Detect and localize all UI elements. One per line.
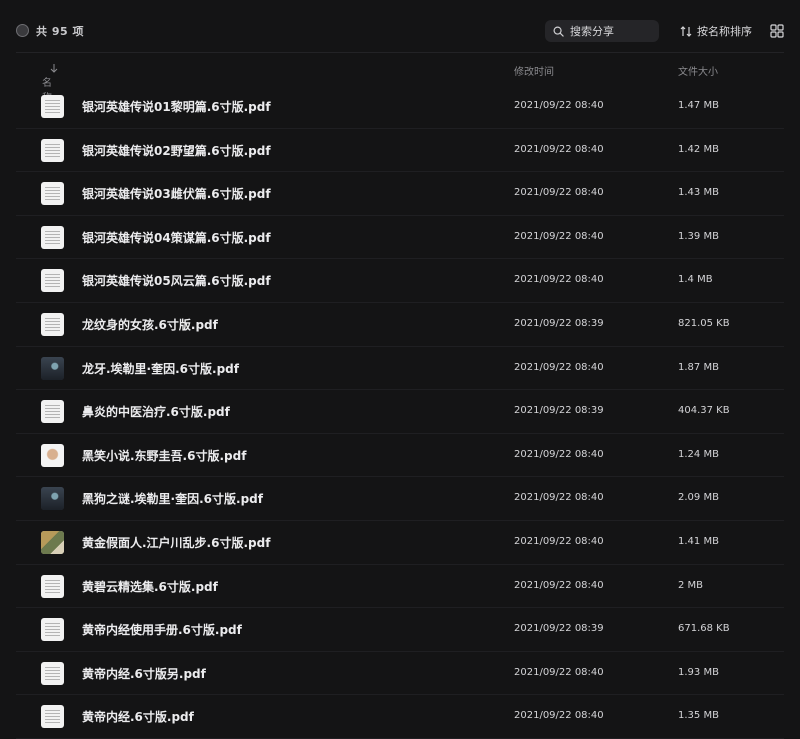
file-row[interactable]: 银河英雄传说02野望篇.6寸版.pdf 2021/09/22 08:40 1.42 … bbox=[16, 129, 784, 173]
file-size: 2.09 MB bbox=[678, 492, 719, 504]
file-size: 2 MB bbox=[678, 579, 704, 591]
sort-label: 按名称排序 bbox=[697, 25, 752, 38]
file-name[interactable]: 银河英雄传说05风云篇.6寸版.pdf bbox=[82, 272, 271, 289]
file-modified-time: 2021/09/22 08:40 bbox=[514, 274, 604, 286]
file-row[interactable]: 银河英雄传说05风云篇.6寸版.pdf 2021/09/22 08:40 1.4 M… bbox=[16, 259, 784, 303]
file-modified-time: 2021/09/22 08:40 bbox=[514, 710, 604, 722]
file-thumbnail-icon bbox=[41, 618, 64, 642]
file-thumbnail-icon bbox=[41, 487, 64, 511]
file-modified-time: 2021/09/22 08:40 bbox=[514, 579, 604, 591]
file-name[interactable]: 银河英雄传说02野望篇.6寸版.pdf bbox=[82, 142, 271, 159]
file-row[interactable]: 龙纹身的女孩.6寸版.pdf 2021/09/22 08:39 821.05 KB bbox=[16, 303, 784, 347]
file-thumbnail-icon bbox=[41, 443, 64, 467]
file-thumbnail-icon bbox=[41, 574, 64, 598]
file-modified-time: 2021/09/22 08:40 bbox=[514, 143, 604, 155]
file-modified-time: 2021/09/22 08:39 bbox=[514, 623, 604, 635]
file-thumbnail-icon bbox=[41, 138, 64, 162]
sort-arrows-icon bbox=[680, 25, 692, 37]
file-name[interactable]: 龙纹身的女孩.6寸版.pdf bbox=[82, 316, 218, 333]
file-size: 1.39 MB bbox=[678, 230, 719, 242]
file-list: 银河英雄传说01黎明篇.6寸版.pdf 2021/09/22 08:40 1.47 … bbox=[0, 85, 800, 739]
column-size-header[interactable]: 文件大小 bbox=[678, 63, 718, 78]
file-name[interactable]: 银河英雄传说04策谋篇.6寸版.pdf bbox=[82, 229, 271, 246]
select-all-radio[interactable] bbox=[16, 24, 29, 37]
search-icon bbox=[553, 26, 564, 37]
file-name[interactable]: 黄金假面人.江户川乱步.6寸版.pdf bbox=[82, 534, 270, 551]
file-modified-time: 2021/09/22 08:40 bbox=[514, 666, 604, 678]
file-size: 1.93 MB bbox=[678, 666, 719, 678]
column-name-header[interactable]: 名称 bbox=[42, 63, 58, 104]
file-modified-time: 2021/09/22 08:40 bbox=[514, 187, 604, 199]
file-name[interactable]: 黑笑小说.东野圭吾.6寸版.pdf bbox=[82, 447, 246, 464]
file-size: 821.05 KB bbox=[678, 317, 730, 329]
file-row[interactable]: 黄金假面人.江户川乱步.6寸版.pdf 2021/09/22 08:40 1.41 … bbox=[16, 521, 784, 565]
file-name[interactable]: 黄帝内经使用手册.6寸版.pdf bbox=[82, 621, 242, 638]
sort-button[interactable]: 按名称排序 bbox=[680, 23, 752, 39]
file-name[interactable]: 黄帝内经.6寸版另.pdf bbox=[82, 665, 206, 682]
file-row[interactable]: 龙牙.埃勒里·奎因.6寸版.pdf 2021/09/22 08:40 1.87 MB bbox=[16, 347, 784, 391]
arrow-down-icon bbox=[50, 64, 58, 73]
file-size: 1.42 MB bbox=[678, 143, 719, 155]
file-modified-time: 2021/09/22 08:40 bbox=[514, 100, 604, 111]
file-thumbnail-icon bbox=[41, 400, 64, 424]
item-count: 共 95 项 bbox=[36, 25, 84, 38]
file-name[interactable]: 黄帝内经.6寸版.pdf bbox=[82, 708, 194, 725]
toolbar: 共 95 项 按名称排序 bbox=[0, 0, 800, 53]
file-modified-time: 2021/09/22 08:40 bbox=[514, 492, 604, 504]
file-thumbnail-icon bbox=[41, 95, 64, 118]
file-name[interactable]: 龙牙.埃勒里·奎因.6寸版.pdf bbox=[82, 360, 239, 377]
file-size: 1.24 MB bbox=[678, 448, 719, 460]
file-thumbnail-icon bbox=[41, 225, 64, 249]
file-modified-time: 2021/09/22 08:39 bbox=[514, 405, 604, 417]
file-size: 404.37 KB bbox=[678, 405, 730, 417]
file-size: 1.47 MB bbox=[678, 100, 719, 111]
file-row[interactable]: 黑狗之谜.埃勒里·奎因.6寸版.pdf 2021/09/22 08:40 2.09 … bbox=[16, 477, 784, 521]
file-thumbnail-icon bbox=[41, 269, 64, 293]
file-row[interactable]: 黄碧云精选集.6寸版.pdf 2021/09/22 08:40 2 MB bbox=[16, 565, 784, 609]
file-thumbnail-icon bbox=[41, 530, 64, 554]
file-size: 1.87 MB bbox=[678, 361, 719, 373]
column-header: 名称 修改时间 文件大小 bbox=[0, 52, 800, 104]
file-thumbnail-icon bbox=[41, 661, 64, 685]
column-time-header[interactable]: 修改时间 bbox=[514, 63, 554, 78]
file-size: 1.35 MB bbox=[678, 710, 719, 722]
file-size: 1.4 MB bbox=[678, 274, 713, 286]
grid-view-icon[interactable] bbox=[770, 24, 784, 38]
file-row[interactable]: 银河英雄传说04策谋篇.6寸版.pdf 2021/09/22 08:40 1.39 … bbox=[16, 216, 784, 260]
file-modified-time: 2021/09/22 08:39 bbox=[514, 317, 604, 329]
file-name[interactable]: 鼻炎的中医治疗.6寸版.pdf bbox=[82, 403, 230, 420]
file-modified-time: 2021/09/22 08:40 bbox=[514, 535, 604, 547]
file-row[interactable]: 黄帝内经.6寸版另.pdf 2021/09/22 08:40 1.93 MB bbox=[16, 652, 784, 696]
file-row[interactable]: 黄帝内经使用手册.6寸版.pdf 2021/09/22 08:39 671.68 K… bbox=[16, 608, 784, 652]
file-size: 1.43 MB bbox=[678, 187, 719, 199]
file-thumbnail-icon bbox=[41, 182, 64, 206]
file-modified-time: 2021/09/22 08:40 bbox=[514, 361, 604, 373]
file-row[interactable]: 黑笑小说.东野圭吾.6寸版.pdf 2021/09/22 08:40 1.24 MB bbox=[16, 434, 784, 478]
file-row[interactable]: 银河英雄传说01黎明篇.6寸版.pdf 2021/09/22 08:40 1.47 … bbox=[16, 85, 784, 129]
file-size: 671.68 KB bbox=[678, 623, 730, 635]
file-name[interactable]: 银河英雄传说03雌伏篇.6寸版.pdf bbox=[82, 185, 271, 202]
search-input[interactable] bbox=[568, 23, 652, 39]
file-modified-time: 2021/09/22 08:40 bbox=[514, 230, 604, 242]
file-row[interactable]: 银河英雄传说03雌伏篇.6寸版.pdf 2021/09/22 08:40 1.43 … bbox=[16, 172, 784, 216]
file-row[interactable]: 鼻炎的中医治疗.6寸版.pdf 2021/09/22 08:39 404.37 KB bbox=[16, 390, 784, 434]
search-box[interactable] bbox=[545, 20, 659, 42]
file-name[interactable]: 银河英雄传说01黎明篇.6寸版.pdf bbox=[82, 98, 271, 115]
file-name[interactable]: 黄碧云精选集.6寸版.pdf bbox=[82, 578, 218, 595]
file-modified-time: 2021/09/22 08:40 bbox=[514, 448, 604, 460]
file-thumbnail-icon bbox=[41, 356, 64, 380]
file-size: 1.41 MB bbox=[678, 535, 719, 547]
file-row[interactable]: 黄帝内经.6寸版.pdf 2021/09/22 08:40 1.35 MB bbox=[16, 695, 784, 739]
file-name[interactable]: 黑狗之谜.埃勒里·奎因.6寸版.pdf bbox=[82, 490, 263, 507]
file-thumbnail-icon bbox=[41, 312, 64, 336]
